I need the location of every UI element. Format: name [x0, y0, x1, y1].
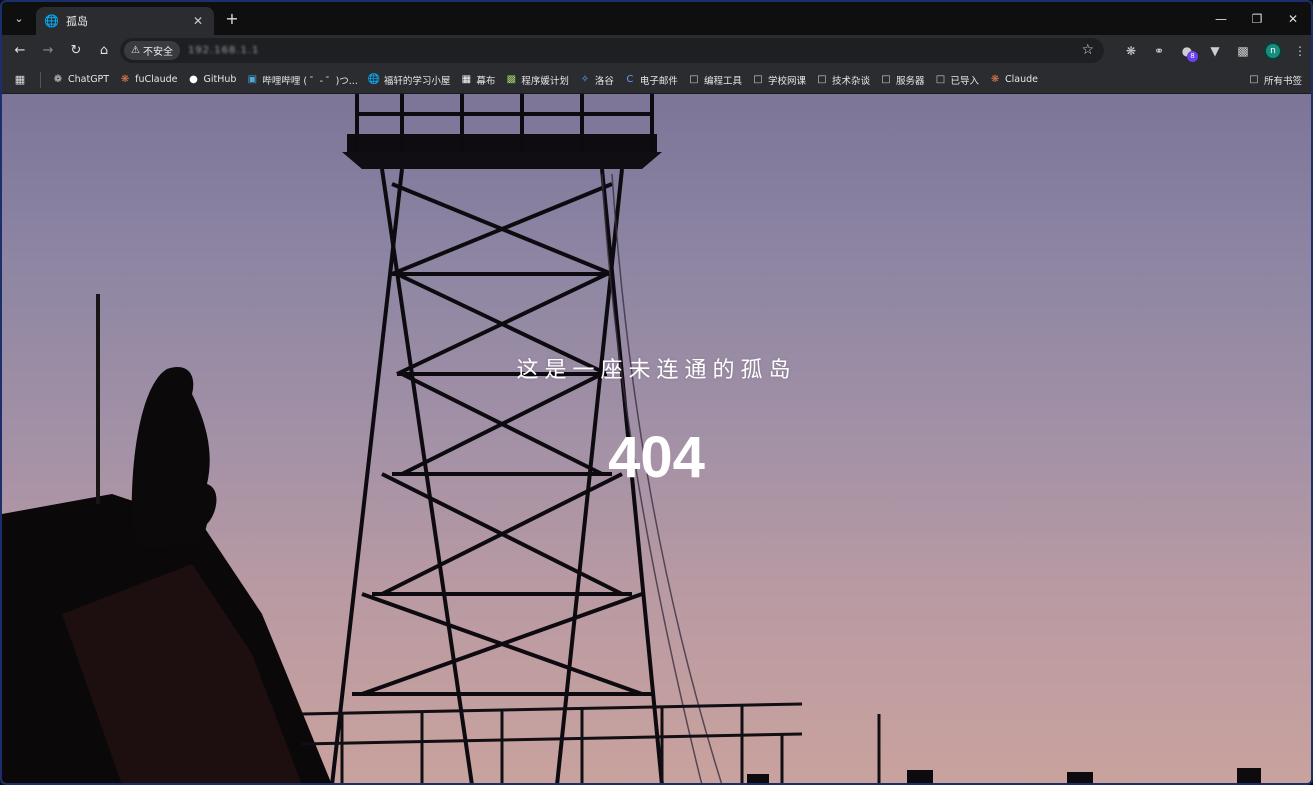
- page-viewport: 这是一座未连通的孤岛 404: [2, 94, 1311, 783]
- extension-vue-icon[interactable]: ▼: [1201, 37, 1229, 65]
- folder-icon: □: [935, 73, 946, 85]
- bookmark-email[interactable]: C 电子邮件: [619, 69, 683, 91]
- back-arrow-icon[interactable]: ←: [6, 37, 34, 65]
- tab-title: 孤岛: [66, 15, 88, 28]
- browser-window: ⌄ 🌐 孤岛 ✕ + — ❐ ✕ ← → ↻ ⌂ ⚠ 不安全 192.168.1…: [0, 0, 1313, 785]
- bookmark-github[interactable]: ● GitHub: [182, 69, 241, 91]
- tab-close-icon[interactable]: ✕: [190, 14, 206, 28]
- extensions-area: ❋ ⚭ ● 8 ▼ ▩ n ⋮: [1117, 35, 1311, 66]
- bookmarks-bar: ▦ ❁ ChatGPT ❋ fuClaude ● GitHub ▣ 哔哩哔哩 ( ゜- …: [2, 66, 1311, 94]
- extension-badge: 8: [1187, 50, 1198, 62]
- tab-strip: ⌄ 🌐 孤岛 ✕ + — ❐ ✕: [2, 2, 1311, 35]
- bookmark-bilibili[interactable]: ▣ 哔哩哔哩 ( ゜- ゜)つ...: [241, 69, 362, 91]
- extension-glasses-icon[interactable]: ⚭: [1145, 37, 1173, 65]
- luogu-icon: ✧: [580, 73, 590, 85]
- profile-initial: n: [1264, 41, 1282, 60]
- bookmark-claude[interactable]: ❋ Claude: [984, 69, 1043, 91]
- extensions-puzzle-icon[interactable]: ▩: [1229, 37, 1257, 65]
- page-headline: 这是一座未连通的孤岛: [516, 358, 797, 383]
- crescent-moon-icon: [732, 539, 765, 588]
- bookmark-folder-dev-tools[interactable]: □ 编程工具: [683, 69, 747, 91]
- bilibili-icon: ▣: [247, 73, 258, 85]
- openai-icon: ❁: [53, 73, 63, 85]
- close-window-icon[interactable]: ✕: [1275, 2, 1311, 35]
- bookmark-mubu[interactable]: ▦ 幕布: [455, 69, 500, 91]
- mail-icon: C: [626, 73, 634, 85]
- minimize-icon[interactable]: —: [1203, 2, 1239, 35]
- forward-arrow-icon[interactable]: →: [34, 37, 62, 65]
- folder-icon: □: [881, 73, 891, 85]
- mubu-icon: ▦: [461, 73, 472, 85]
- bookmark-star-icon[interactable]: ☆: [1081, 42, 1094, 58]
- all-bookmarks-folder[interactable]: □ 所有书签: [1243, 69, 1307, 91]
- menu-kebab-icon[interactable]: ⋮: [1289, 37, 1311, 65]
- bookmark-chatgpt[interactable]: ❁ ChatGPT: [47, 69, 114, 91]
- address-bar[interactable]: ⚠ 不安全 192.168.1.1 ☆: [120, 38, 1104, 63]
- claude-icon: ❋: [990, 73, 1000, 85]
- bookmark-luogu[interactable]: ✧ 洛谷: [574, 69, 619, 91]
- reload-icon[interactable]: ↻: [62, 37, 90, 65]
- site-icon: ▩: [506, 73, 517, 85]
- extension-sparkle-icon[interactable]: ❋: [1117, 37, 1145, 65]
- tab-search-chevron-icon[interactable]: ⌄: [6, 6, 32, 32]
- folder-icon: □: [1249, 74, 1259, 85]
- tab-active[interactable]: 🌐 孤岛 ✕: [36, 7, 214, 35]
- url-text: 192.168.1.1: [187, 45, 260, 56]
- bookmark-folder-tech[interactable]: □ 技术杂谈: [811, 69, 875, 91]
- apps-grid-icon[interactable]: ▦: [6, 73, 34, 86]
- error-code: 404: [608, 425, 705, 490]
- folder-icon: □: [753, 73, 763, 85]
- github-icon: ●: [189, 73, 198, 85]
- warning-triangle-icon: ⚠: [131, 45, 140, 56]
- security-chip[interactable]: ⚠ 不安全: [124, 41, 180, 60]
- railing: [301, 702, 881, 783]
- bookmark-fuclaude[interactable]: ❋ fuClaude: [114, 69, 182, 91]
- extension-badge-icon[interactable]: ● 8: [1173, 37, 1201, 65]
- browser-toolbar: ← → ↻ ⌂ ⚠ 不安全 192.168.1.1 ☆ ❋ ⚭ ● 8 ▼ ▩ n…: [2, 35, 1311, 66]
- bookmark-folder-servers[interactable]: □ 服务器: [875, 69, 930, 91]
- security-label: 不安全: [142, 47, 173, 58]
- restore-icon[interactable]: ❐: [1239, 2, 1275, 35]
- bookmark-programmer-plan[interactable]: ▩ 程序媛计划: [500, 69, 574, 91]
- window-controls: — ❐ ✕: [1203, 2, 1311, 35]
- bookmark-study-room[interactable]: 🌐 福轩的学习小屋: [363, 69, 456, 91]
- bookmarks-divider: [40, 71, 41, 88]
- folder-icon: □: [817, 73, 827, 85]
- bookmark-folder-school[interactable]: □ 学校网课: [747, 69, 811, 91]
- claude-icon: ❋: [120, 73, 130, 85]
- globe-icon: 🌐: [44, 14, 59, 28]
- profile-avatar[interactable]: n: [1257, 37, 1289, 65]
- globe-icon: 🌐: [367, 73, 381, 85]
- home-icon[interactable]: ⌂: [90, 37, 118, 65]
- new-tab-plus-icon[interactable]: +: [222, 9, 242, 28]
- folder-icon: □: [689, 73, 699, 85]
- bookmark-folder-imported[interactable]: □ 已导入: [930, 69, 985, 91]
